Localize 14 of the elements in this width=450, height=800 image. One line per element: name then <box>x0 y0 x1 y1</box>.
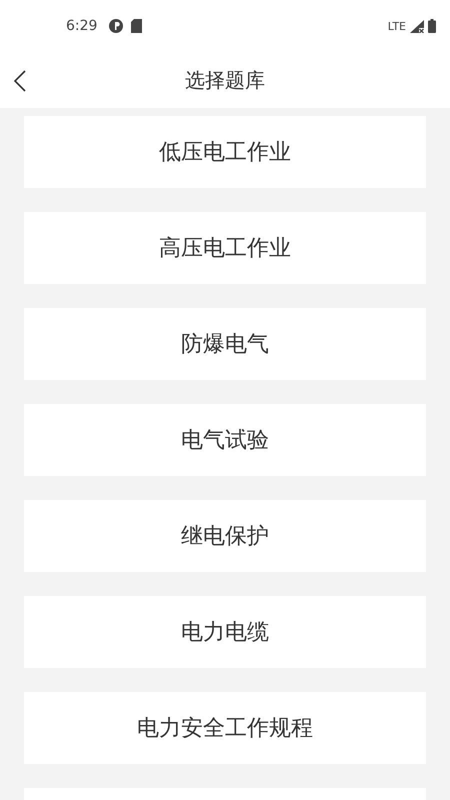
question-bank-item[interactable]: 继电保护 <box>24 500 426 572</box>
network-type: LTE <box>388 20 406 32</box>
question-bank-item[interactable]: 电力电缆 <box>24 596 426 668</box>
question-bank-item[interactable]: 低压电工作业 <box>24 116 426 188</box>
question-bank-item[interactable]: 电力安全工作规程 <box>24 692 426 764</box>
battery-icon <box>428 19 436 33</box>
question-bank-item[interactable]: 电气试验 <box>24 404 426 476</box>
question-bank-item[interactable]: 防爆电气 <box>24 308 426 380</box>
status-time: 6:29 <box>66 18 98 34</box>
signal-icon <box>410 20 424 32</box>
app-notification-icon <box>109 19 124 33</box>
sd-card-icon <box>131 19 142 33</box>
page-title: 选择题库 <box>185 66 265 94</box>
question-bank-item[interactable]: 高压电工作业 <box>24 212 426 284</box>
